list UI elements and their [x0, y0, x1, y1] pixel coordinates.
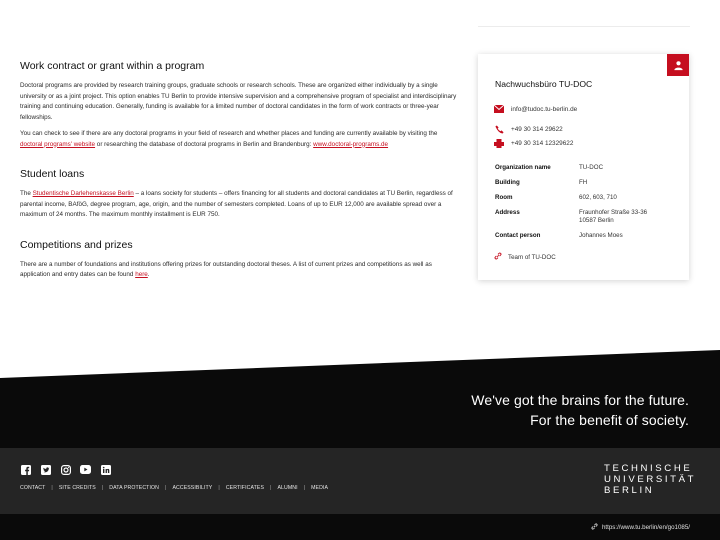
- paragraph: The Studentische Darlehenskasse Berlin –…: [20, 189, 460, 221]
- info-value: Fraunhofer Straße 33-36 10587 Berlin: [579, 209, 648, 224]
- section-title: Student loans: [20, 168, 85, 180]
- footer-background: [0, 350, 720, 540]
- paragraph: Doctoral programs are provided by resear…: [20, 82, 457, 121]
- info-key: Organization name: [495, 164, 551, 171]
- text: You can check to see if there are any do…: [20, 130, 438, 137]
- footer-link-certificates[interactable]: CERTIFICATES: [226, 485, 264, 491]
- doctoral-programs-db-link[interactable]: www.doctoral-programs.de: [313, 141, 388, 148]
- fax-number: +49 30 314 12329622: [511, 139, 574, 147]
- info-value: FH: [579, 179, 588, 186]
- section-work-contract: Work contract or grant within a program …: [20, 60, 460, 150]
- text: There are a number of foundations and in…: [20, 260, 432, 279]
- footer-slogan: We've got the brains for the future. For…: [471, 390, 689, 430]
- footer-link-contact[interactable]: CONTACT: [20, 485, 45, 491]
- email-row[interactable]: info@tudoc.tu-berlin.de: [494, 104, 577, 114]
- footer-link-accessibility[interactable]: ACCESSIBILITY: [172, 485, 212, 491]
- phone-number[interactable]: +49 30 314 29622: [511, 126, 563, 133]
- slogan-line: We've got the brains for the future.: [471, 392, 689, 408]
- info-table: Organization name TU-DOC Building FH Room 6…: [495, 164, 681, 247]
- short-url[interactable]: https://www.tu.berlin/en/go1085/: [591, 523, 690, 532]
- logo-line: UNIVERSITÄT: [604, 474, 697, 485]
- info-row: Contact person Johannes Moes: [495, 232, 681, 240]
- paragraph: There are a number of foundations and in…: [20, 260, 460, 281]
- footer-link-media[interactable]: MEDIA: [311, 485, 328, 491]
- text: .: [147, 271, 150, 278]
- info-row: Organization name TU-DOC: [495, 164, 681, 172]
- instagram-icon[interactable]: [60, 464, 71, 475]
- contact-card: Nachwuchsbüro TU-DOC info@tudoc.tu-berli…: [478, 54, 689, 280]
- logo-line: TECHNISCHE: [604, 463, 693, 474]
- footer-link-data-protection[interactable]: DATA PROTECTION: [109, 485, 159, 491]
- info-row: Address Fraunhofer Straße 33-36 10587 Ber…: [495, 209, 681, 225]
- doctoral-programs-link[interactable]: doctoral programs' website: [20, 141, 95, 148]
- youtube-icon[interactable]: [80, 464, 91, 475]
- info-value: TU-DOC: [579, 164, 604, 171]
- text: The: [20, 190, 33, 197]
- team-link[interactable]: Team of TU-DOC: [494, 252, 556, 262]
- footer-link-site-credits[interactable]: SITE CREDITS: [59, 485, 96, 491]
- separator: |: [101, 485, 104, 491]
- info-key: Address: [495, 209, 520, 216]
- info-key: Building: [495, 179, 520, 186]
- darlehenskasse-link[interactable]: Studentische Darlehenskasse Berlin: [33, 190, 134, 197]
- section-title: Competitions and prizes: [20, 238, 133, 251]
- section-competitions: Competitions and prizes There are a numb…: [20, 239, 460, 281]
- info-key: Room: [495, 194, 513, 201]
- paragraph: You can check to see if there are any do…: [20, 129, 460, 150]
- facebook-icon[interactable]: [20, 464, 31, 475]
- footer-links: CONTACT | SITE CREDITS | DATA PROTECTION…: [20, 485, 328, 491]
- link-icon: [591, 523, 598, 532]
- link-icon: [494, 252, 502, 262]
- fax-icon: [494, 138, 504, 148]
- tu-berlin-logo[interactable]: TECHNISCHE UNIVERSITÄT BERLIN: [604, 463, 696, 496]
- top-divider: [478, 26, 690, 27]
- slogan-line: For the benefit of society.: [530, 412, 689, 428]
- logo-line: BERLIN: [604, 485, 655, 496]
- info-value: Johannes Moes: [579, 232, 623, 239]
- linkedin-icon[interactable]: [100, 464, 111, 475]
- separator: |: [218, 485, 220, 491]
- section-title: Work contract or grant within a program: [20, 60, 205, 72]
- info-value: 602, 603, 710: [579, 194, 617, 201]
- prizes-link[interactable]: here: [135, 271, 148, 278]
- info-row: Room 602, 603, 710: [495, 194, 681, 202]
- short-url-text[interactable]: https://www.tu.berlin/en/go1085/: [602, 524, 690, 531]
- phone-row[interactable]: +49 30 314 29622: [494, 124, 563, 134]
- section-student-loans: Student loans The Studentische Darlehens…: [20, 168, 460, 221]
- card-title: Nachwuchsbüro TU-DOC: [495, 79, 593, 89]
- separator: |: [164, 485, 167, 491]
- fax-row: +49 30 314 12329622: [494, 138, 573, 148]
- phone-icon: [494, 124, 504, 134]
- info-key: Contact person: [495, 232, 541, 239]
- separator: |: [303, 485, 306, 491]
- footer-link-alumni[interactable]: ALUMNI: [277, 485, 297, 491]
- social-links: [20, 464, 111, 475]
- email-address[interactable]: info@tudoc.tu-berlin.de: [511, 106, 577, 113]
- text: or researching the database of doctoral …: [95, 140, 314, 148]
- mail-icon: [494, 104, 504, 114]
- main-content: Work contract or grant within a program …: [20, 60, 460, 287]
- team-link-label[interactable]: Team of TU-DOC: [508, 254, 556, 261]
- separator: |: [270, 485, 272, 491]
- separator: |: [51, 485, 53, 491]
- user-badge-icon: [667, 54, 689, 76]
- info-row: Building FH: [495, 179, 681, 187]
- twitter-icon[interactable]: [40, 464, 51, 475]
